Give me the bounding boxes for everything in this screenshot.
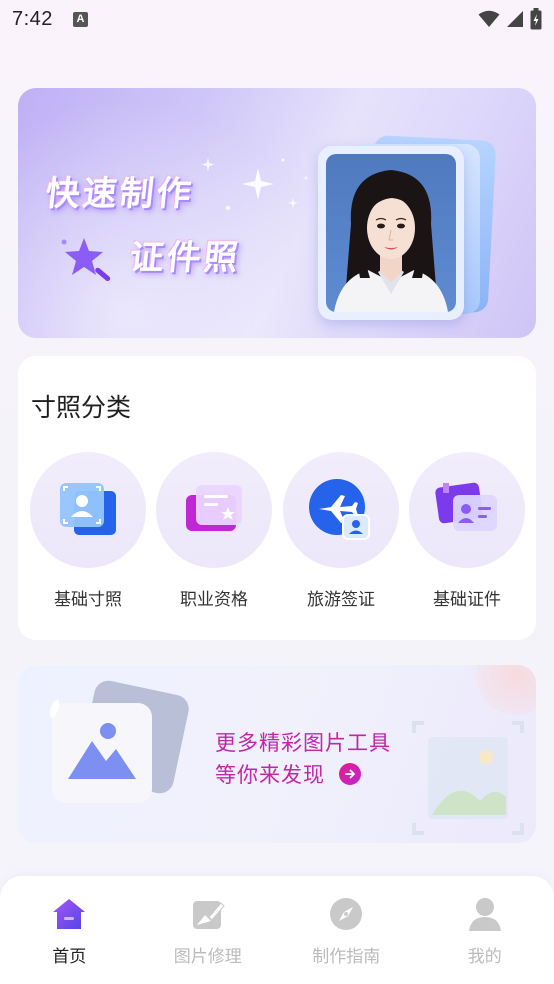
tab-mine[interactable]: 我的 [416,876,554,984]
image-edit-icon [190,896,226,932]
banner-title-line2: 证件照 [127,238,243,278]
category-item-basic-photo[interactable]: 基础寸照 [30,452,146,612]
portrait-card-icon [60,483,116,535]
id-photo-stack [318,134,498,320]
image-frame-icon [412,721,524,835]
airplane-icon [309,479,370,540]
signal-icon [507,11,523,27]
a-notification-icon: A [72,11,88,27]
category-label: 基础寸照 [54,590,122,610]
tab-image-repair[interactable]: 图片修理 [139,876,277,984]
category-title: 寸照分类 [31,393,132,422]
category-item-basic-id[interactable]: 基础证件 [409,452,525,612]
tab-label: 首页 [52,947,87,967]
promo-line1: 更多精彩图片工具 [215,731,391,755]
tab-guide[interactable]: 制作指南 [277,876,415,984]
compass-icon [328,896,364,932]
user-icon [467,896,503,932]
sparkle-icon [201,158,308,210]
id-photo-banner[interactable]: 快速制作 证件照 [18,88,536,338]
category-item-visa[interactable]: 旅游签证 [283,452,399,612]
tab-label: 制作指南 [312,947,381,967]
category-label: 旅游签证 [307,590,375,610]
tab-label: 图片修理 [173,947,242,967]
tab-home[interactable]: 首页 [0,876,138,984]
status-icons [478,8,542,30]
home-icon [51,896,87,932]
image-tool-icon [50,680,189,803]
category-label: 基础证件 [433,590,501,610]
bottom-tab-bar: 首页 图片修理 制作指南 我的 [0,876,554,984]
battery-icon [530,8,542,30]
promo-line2-wrap: 等你来发现 [215,759,361,789]
wifi-icon [478,10,500,27]
arrow-right-icon[interactable] [339,763,361,785]
promo-line2: 等你来发现 [215,763,325,787]
id-card-icon [435,482,497,531]
tab-label: 我的 [467,947,502,967]
status-bar: 7:42 A [0,0,554,38]
status-time: 7:42 [12,7,53,30]
more-tools-banner[interactable]: 更多精彩图片工具 等你来发现 [18,665,536,843]
certificate-card-icon [186,485,242,531]
magic-wand-icon [61,238,111,282]
banner-title-line1: 快速制作 [43,174,196,214]
portrait-photo [326,154,456,312]
category-item-professional[interactable]: 职业资格 [156,452,272,612]
photo-category-card: 寸照分类 基础寸照 职业资格 旅游签证 基础证件 [18,356,536,640]
category-label: 职业资格 [180,590,248,610]
